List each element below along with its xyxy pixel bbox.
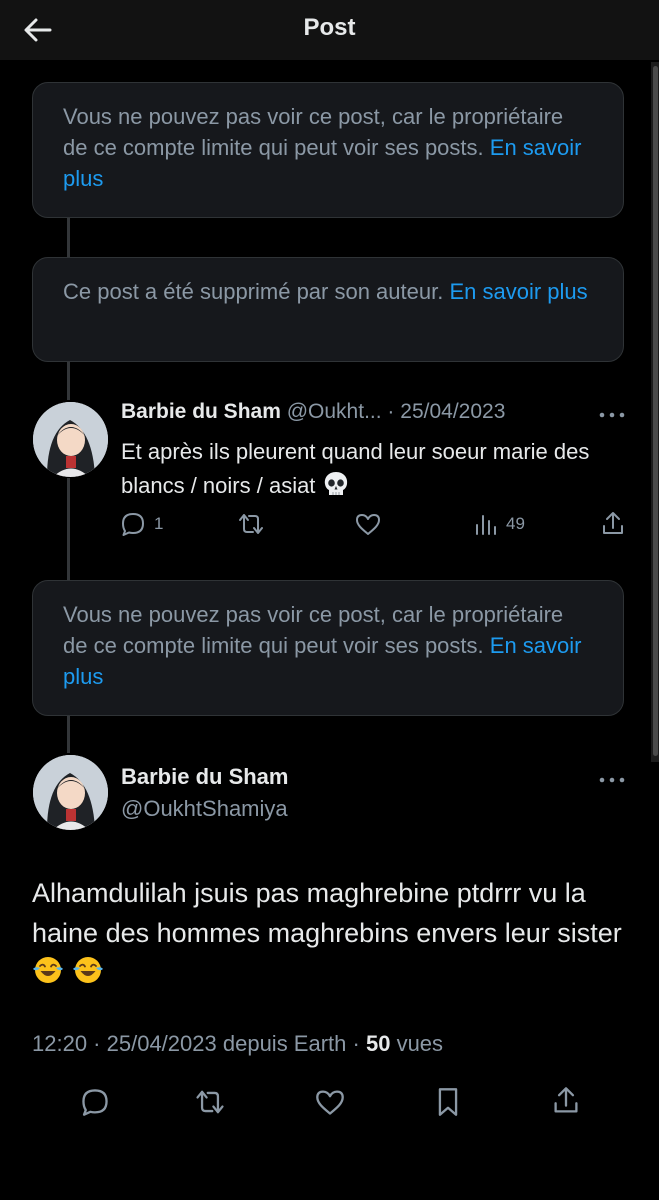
post-date[interactable]: 25/04/2023: [107, 1031, 217, 1056]
more-icon: [599, 777, 625, 783]
page-title: Post: [303, 14, 356, 41]
author-handle[interactable]: @Oukht...: [287, 400, 382, 423]
top-bar: Post: [0, 0, 659, 60]
tears-of-joy-emoji-icon: [33, 957, 63, 983]
like-button[interactable]: [355, 512, 381, 536]
more-options-button[interactable]: [598, 407, 626, 418]
post-meta: 12:20 · 25/04/2023 depuis Earth · 50 vue…: [32, 1031, 444, 1056]
learn-more-link[interactable]: En savoir plus: [449, 279, 587, 304]
views-count: 50: [365, 1031, 391, 1056]
thread-line: [67, 362, 70, 400]
comment-icon: [122, 513, 144, 536]
restricted-post-notice: Vous ne pouvez pas voir ce post, car le …: [32, 82, 624, 218]
repost-button[interactable]: [236, 511, 266, 537]
more-options-button[interactable]: [598, 772, 626, 783]
scrollbar-thumb[interactable]: [653, 66, 658, 756]
share-button[interactable]: [600, 511, 626, 537]
repost-icon: [196, 1090, 224, 1114]
post-time[interactable]: 12:20: [32, 1031, 87, 1056]
reply-button[interactable]: [80, 1087, 110, 1117]
heart-icon: [316, 1090, 344, 1115]
share-icon: [603, 512, 623, 534]
avatar[interactable]: [33, 755, 108, 830]
notice-text: Vous ne pouvez pas voir ce post, car le …: [63, 104, 564, 160]
bookmark-button[interactable]: [435, 1087, 461, 1117]
reply-text: Et après ils pleurent quand leur soeur m…: [121, 435, 621, 503]
more-icon: [599, 412, 625, 418]
notice-text: Ce post a été supprimé par son auteur.: [63, 279, 450, 304]
comment-icon: [82, 1089, 108, 1116]
thread-line: [67, 715, 70, 753]
thread-line: [67, 478, 70, 580]
post-text: Alhamdulilah jsuis pas maghrebine ptdrrr…: [32, 873, 632, 993]
author-name[interactable]: Barbie du Sham: [121, 764, 288, 790]
repost-button[interactable]: [193, 1087, 227, 1117]
reply-header: Barbie du Sham @Oukht... · 25/04/2023: [121, 400, 505, 424]
views-count: 49: [506, 514, 525, 533]
post-body: Alhamdulilah jsuis pas maghrebine ptdrrr…: [32, 878, 622, 948]
analytics-icon: [476, 515, 496, 535]
views-label: vues: [396, 1031, 444, 1056]
notice-text: Vous ne pouvez pas voir ce post, car le …: [63, 602, 564, 658]
author-name[interactable]: Barbie du Sham: [121, 400, 281, 423]
skull-emoji-icon: [324, 472, 347, 495]
restricted-post-notice: Vous ne pouvez pas voir ce post, car le …: [32, 580, 624, 716]
repost-icon: [239, 514, 263, 534]
separator: ·: [387, 400, 395, 423]
share-button[interactable]: [551, 1086, 581, 1116]
bookmark-icon: [438, 1088, 458, 1116]
author-handle[interactable]: @OukhtShamiya: [121, 796, 288, 822]
reply-body: Et après ils pleurent quand leur soeur m…: [121, 439, 590, 498]
like-button[interactable]: [315, 1088, 345, 1116]
thread-line: [67, 217, 70, 257]
reply-count: 1: [154, 514, 164, 533]
share-icon: [554, 1087, 578, 1113]
heart-icon: [356, 514, 380, 535]
tears-of-joy-emoji-icon: [72, 957, 103, 983]
views-button[interactable]: 49: [474, 512, 525, 536]
deleted-post-notice: Ce post a été supprimé par son auteur. E…: [32, 257, 624, 362]
post-source: depuis Earth: [222, 1031, 347, 1056]
post-date[interactable]: 25/04/2023: [400, 400, 505, 423]
reply-button[interactable]: 1: [120, 511, 163, 537]
avatar[interactable]: [33, 402, 108, 477]
